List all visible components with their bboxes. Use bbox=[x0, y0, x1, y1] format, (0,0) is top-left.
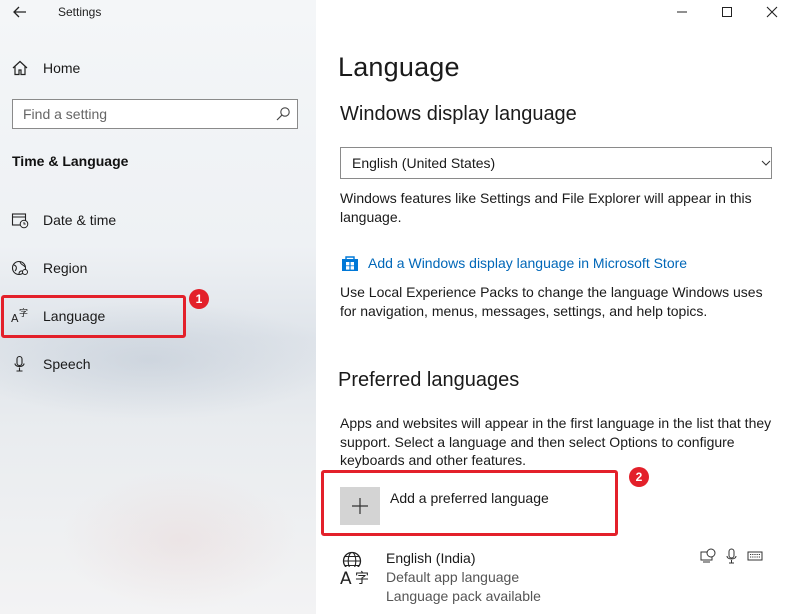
highlight-box-language bbox=[1, 295, 186, 338]
title-bar: Settings bbox=[0, 0, 316, 26]
minimize-button[interactable] bbox=[662, 0, 702, 24]
store-icon bbox=[342, 256, 358, 271]
section-title: Time & Language bbox=[12, 153, 129, 169]
sidebar-item-label: Date & time bbox=[43, 212, 117, 228]
sidebar-item-label: Home bbox=[43, 60, 81, 76]
svg-text:字: 字 bbox=[355, 571, 369, 586]
language-status-pack: Language pack available bbox=[386, 588, 541, 604]
close-button[interactable] bbox=[752, 0, 790, 24]
sidebar-item-speech[interactable]: Speech bbox=[0, 346, 316, 382]
language-name: English (India) bbox=[386, 550, 476, 566]
minimize-icon bbox=[677, 11, 687, 13]
sidebar-item-region[interactable]: Region bbox=[0, 250, 316, 286]
maximize-button[interactable] bbox=[707, 0, 747, 24]
region-icon bbox=[11, 259, 29, 277]
search-icon[interactable] bbox=[275, 106, 291, 122]
app-title: Settings bbox=[58, 5, 102, 19]
lxp-description: Use Local Experience Packs to change the… bbox=[340, 284, 763, 319]
sidebar-item-home[interactable]: Home bbox=[0, 50, 316, 86]
display-language-heading: Windows display language bbox=[340, 103, 577, 125]
dropdown-value: English (United States) bbox=[352, 155, 496, 171]
sidebar-item-label: Speech bbox=[43, 356, 91, 372]
sidebar-item-date-time[interactable]: Date & time bbox=[0, 202, 316, 238]
microphone-icon bbox=[11, 355, 29, 373]
keyboard-icon bbox=[747, 551, 763, 561]
speech-icon bbox=[726, 548, 737, 564]
back-button[interactable] bbox=[8, 2, 32, 22]
home-icon bbox=[11, 59, 29, 77]
date-time-icon bbox=[11, 211, 29, 229]
language-status-default: Default app language bbox=[386, 569, 520, 585]
display-language-icon bbox=[700, 548, 716, 563]
sidebar-item-label: Region bbox=[43, 260, 88, 276]
back-arrow-icon bbox=[13, 6, 26, 18]
close-icon bbox=[766, 6, 778, 18]
preferred-languages-description: Apps and websites will appear in the fir… bbox=[340, 415, 772, 468]
store-link[interactable]: Add a Windows display language in Micros… bbox=[368, 255, 687, 271]
page-title: Language bbox=[338, 52, 460, 82]
language-glyph-icon: A 字 bbox=[340, 551, 370, 586]
search-input[interactable] bbox=[23, 106, 263, 122]
store-link-row[interactable]: Add a Windows display language in Micros… bbox=[340, 254, 687, 272]
display-language-description: Windows features like Settings and File … bbox=[340, 190, 752, 225]
search-box[interactable] bbox=[12, 99, 298, 129]
display-language-dropdown[interactable]: English (United States) bbox=[340, 147, 772, 179]
maximize-icon bbox=[722, 7, 732, 17]
language-list-item[interactable]: A 字 English (India) Default app language… bbox=[340, 548, 780, 608]
highlight-box-add-language bbox=[321, 470, 618, 536]
chevron-down-icon bbox=[761, 160, 771, 166]
svg-text:A: A bbox=[340, 569, 352, 586]
step-badge-2: 2 bbox=[629, 467, 649, 487]
preferred-languages-heading: Preferred languages bbox=[338, 369, 520, 391]
step-badge-1: 1 bbox=[189, 289, 209, 309]
